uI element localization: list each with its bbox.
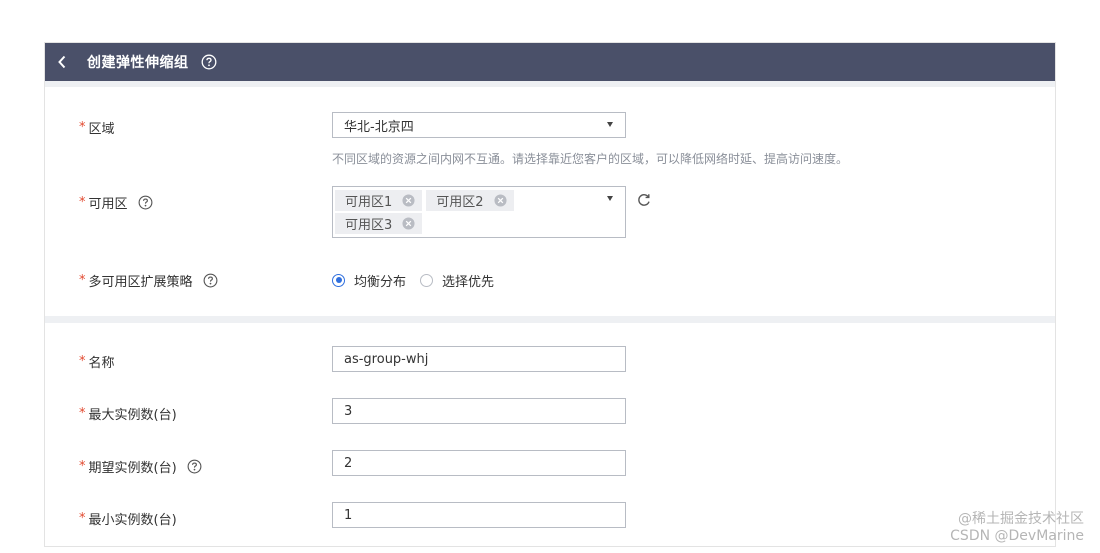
required-mark: * [79, 272, 86, 288]
chevron-down-icon [607, 122, 613, 127]
min-instances-input[interactable]: 1 [332, 502, 626, 528]
help-icon[interactable] [187, 459, 202, 474]
min-label: * 最小实例数(台) [79, 506, 177, 530]
required-mark: * [79, 405, 86, 421]
strategy-radio-group: 均衡分布 选择优先 [332, 268, 508, 292]
page-header: 创建弹性伸缩组 [45, 43, 1055, 81]
max-instances-value: 3 [344, 403, 353, 419]
required-mark: * [79, 119, 86, 135]
desired-instances-input[interactable]: 2 [332, 450, 626, 476]
section-divider [45, 316, 1055, 323]
help-icon[interactable] [138, 195, 153, 210]
radio-unselected-icon [420, 273, 434, 287]
back-arrow-icon[interactable] [47, 43, 77, 81]
chevron-down-icon [607, 196, 613, 201]
close-icon[interactable] [402, 194, 415, 207]
az-tag: 可用区1 [335, 190, 423, 211]
name-input[interactable]: as-group-whj [332, 346, 626, 372]
region-hint: 不同区域的资源之间内网不互通。请选择靠近您客户的区域，可以降低网络时延、提高访问… [332, 152, 849, 166]
region-label: * 区域 [79, 115, 115, 139]
radio-priority[interactable]: 选择优先 [420, 271, 494, 290]
required-mark: * [79, 510, 86, 526]
watermark-line: @稀土掘金技术社区 [958, 511, 1084, 527]
strategy-label: * 多可用区扩展策略 [79, 268, 218, 292]
radio-balanced[interactable]: 均衡分布 [332, 271, 406, 290]
min-instances-value: 1 [344, 507, 353, 523]
name-label: * 名称 [79, 349, 115, 373]
name-label-text: 名称 [88, 355, 115, 371]
desired-instances-value: 2 [344, 455, 353, 471]
az-tag-label: 可用区2 [436, 195, 484, 210]
watermark-line: CSDN @DevMarine [950, 528, 1084, 544]
watermark: @稀土掘金技术社区 CSDN @DevMarine [950, 511, 1084, 545]
max-label: * 最大实例数(台) [79, 401, 177, 425]
page-title: 创建弹性伸缩组 [87, 55, 189, 71]
required-mark: * [79, 458, 86, 474]
region-select-value: 华北-北京四 [344, 119, 414, 135]
required-mark: * [79, 194, 86, 210]
required-mark: * [79, 353, 86, 369]
az-tag-label: 可用区3 [345, 218, 393, 233]
max-label-text: 最大实例数(台) [88, 407, 177, 423]
radio-selected-icon [332, 273, 345, 287]
strategy-label-text: 多可用区扩展策略 [88, 274, 193, 290]
refresh-icon[interactable] [636, 192, 652, 212]
desired-label: * 期望实例数(台) [79, 454, 202, 478]
desired-label-text: 期望实例数(台) [88, 460, 177, 476]
radio-label: 均衡分布 [354, 274, 407, 290]
az-label-text: 可用区 [88, 196, 128, 212]
name-input-value: as-group-whj [344, 351, 429, 367]
close-icon[interactable] [494, 194, 507, 207]
max-instances-input[interactable]: 3 [332, 398, 626, 424]
help-icon[interactable] [203, 273, 218, 288]
az-tag: 可用区2 [426, 190, 514, 211]
help-icon[interactable] [201, 54, 217, 70]
min-label-text: 最小实例数(台) [88, 512, 177, 528]
close-icon[interactable] [402, 217, 415, 230]
radio-label: 选择优先 [442, 274, 495, 290]
az-tag-label: 可用区1 [345, 195, 393, 210]
az-multiselect[interactable]: 可用区1 可用区2 可用区3 [332, 186, 626, 238]
create-as-group-panel: 创建弹性伸缩组 * 区域 华北-北京四 不同区域的资源之间内网不互通。请选择靠近… [44, 42, 1056, 547]
az-tag: 可用区3 [335, 213, 423, 234]
section-divider [45, 81, 1055, 87]
region-label-text: 区域 [88, 121, 115, 137]
region-select[interactable]: 华北-北京四 [332, 112, 626, 138]
az-label: * 可用区 [79, 190, 153, 214]
